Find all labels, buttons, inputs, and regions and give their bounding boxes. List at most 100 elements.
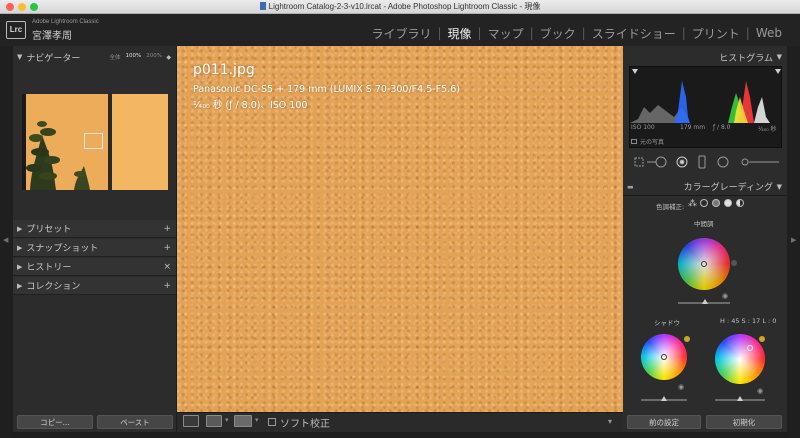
- slider-knob[interactable]: [661, 396, 667, 401]
- highlights-luminance-slider[interactable]: [715, 396, 765, 401]
- add-snapshot-icon[interactable]: +: [163, 243, 171, 253]
- user-name: 宮澤孝周: [32, 31, 72, 42]
- triangle-right-icon: ▶: [17, 281, 23, 290]
- module-print[interactable]: プリント: [686, 25, 746, 42]
- navigator-header[interactable]: ▼ ナビゲーター 全体 100% 200% ◆: [13, 48, 176, 66]
- yy-view-icon[interactable]: [234, 415, 252, 427]
- module-develop[interactable]: 現像: [442, 25, 478, 42]
- global-mode-icon[interactable]: [736, 199, 744, 207]
- window-titlebar: Lightroom Catalog-2-3-v10.lrcat - Adobe …: [0, 0, 800, 14]
- soft-proof-checkbox[interactable]: [268, 418, 276, 426]
- histogram-aperture: ƒ / 8.0: [713, 124, 731, 131]
- module-web[interactable]: Web: [750, 26, 788, 40]
- photo-camera-lens: Panasonic DC-S5 + 179 mm (LUMIX S 70-300…: [193, 84, 460, 95]
- histogram-title: ヒストグラム: [719, 53, 773, 64]
- copy-settings-button[interactable]: コピー...: [17, 415, 93, 429]
- mode-icons: [700, 199, 744, 207]
- histogram-graph[interactable]: [629, 66, 783, 148]
- document-icon: [259, 2, 266, 10]
- midtones-luminance-slider[interactable]: [678, 299, 730, 304]
- module-map[interactable]: マップ: [482, 25, 530, 42]
- midtones-label: 中間調: [694, 220, 714, 228]
- navigator-view-box[interactable]: [84, 133, 103, 149]
- previous-settings-button[interactable]: 前の設定: [627, 415, 701, 429]
- loupe-view-icon[interactable]: [183, 415, 199, 427]
- tool-strip: [629, 152, 782, 172]
- histogram-focal: 179 mm: [680, 124, 706, 131]
- shadows-color-wheel[interactable]: [641, 334, 687, 380]
- panel-snapshots[interactable]: ▶ スナップショット +: [13, 239, 176, 257]
- eye-icon[interactable]: ◉: [722, 292, 728, 300]
- eye-icon[interactable]: ◉: [678, 383, 684, 391]
- zoom-100[interactable]: 100%: [126, 53, 142, 61]
- highlights-color-dot[interactable]: [759, 336, 765, 342]
- before-after-view-icon[interactable]: [206, 415, 222, 427]
- module-picker: ライブラリ | 現像 | マップ | ブック | スライドショー | プリント | Web: [365, 24, 788, 42]
- histogram-shutter: ¹⁄₄₀₀ 秒: [758, 126, 777, 133]
- panel-history[interactable]: ▶ ヒストリー ×: [13, 258, 176, 276]
- right-panel-edge[interactable]: ▶: [787, 46, 800, 438]
- photo-filename: p011.jpg: [193, 62, 255, 78]
- midtones-color-wheel[interactable]: [678, 238, 730, 290]
- zoom-dropdown-icon[interactable]: ◆: [166, 54, 171, 61]
- collapse-right-icon[interactable]: ▶: [791, 236, 796, 244]
- add-preset-icon[interactable]: +: [163, 224, 171, 234]
- color-grading-title: カラーグレーディング: [683, 183, 773, 193]
- triangle-down-icon: ▼: [776, 182, 782, 191]
- tool-strip-icons: [634, 155, 779, 169]
- triangle-right-icon: ▶: [17, 262, 23, 271]
- zoom-fit[interactable]: 全体: [110, 53, 121, 61]
- histogram-iso: ISO 100: [631, 124, 655, 131]
- navigator-zoom-options: 全体 100% 200%: [110, 53, 162, 61]
- eye-icon[interactable]: ◉: [757, 387, 763, 395]
- slider-knob[interactable]: [702, 299, 708, 304]
- panel-collections-label: コレクション: [26, 282, 81, 292]
- triangle-down-icon: ▼: [17, 53, 23, 61]
- three-way-icon[interactable]: ⁂: [688, 199, 697, 209]
- highlights-color-wheel[interactable]: [715, 334, 765, 384]
- slider-knob[interactable]: [737, 396, 743, 401]
- original-label: 元の写真: [640, 139, 665, 146]
- triangle-right-icon: ▶: [17, 224, 23, 233]
- shadows-label: シャドウ: [654, 319, 680, 327]
- module-book[interactable]: ブック: [534, 25, 582, 42]
- left-panel-edge[interactable]: ◀: [0, 46, 13, 438]
- shadows-color-dot[interactable]: [684, 336, 690, 342]
- window-title: Lightroom Catalog-2-3-v10.lrcat - Adobe …: [268, 2, 541, 11]
- wheel-color-handle[interactable]: [747, 345, 753, 351]
- module-library[interactable]: ライブラリ: [365, 25, 437, 42]
- midtones-mode-icon[interactable]: [712, 199, 720, 207]
- checkbox-icon: [631, 139, 637, 144]
- highlights-mode-icon[interactable]: [724, 199, 732, 207]
- navigator-title: ナビゲーター: [26, 53, 81, 64]
- panel-collections[interactable]: ▶ コレクション +: [13, 277, 176, 295]
- zoom-200[interactable]: 200%: [146, 53, 162, 61]
- product-name: Adobe Lightroom Classic: [32, 19, 99, 25]
- midtones-color-dot[interactable]: [731, 260, 737, 266]
- toolbar-menu-icon[interactable]: ▾: [608, 417, 612, 426]
- histogram-header[interactable]: ヒストグラム ▼: [623, 48, 787, 66]
- reset-button[interactable]: 初期化: [706, 415, 782, 429]
- shadows-mode-icon[interactable]: [700, 199, 708, 207]
- color-grading-header[interactable]: ▬ カラーグレーディング ▼: [623, 178, 787, 196]
- module-slideshow[interactable]: スライドショー: [586, 25, 682, 42]
- dropdown-arrow-icon[interactable]: ▾: [255, 416, 259, 424]
- shadows-luminance-slider[interactable]: [641, 396, 687, 401]
- adjust-mode-label: 色調補正:: [656, 203, 685, 211]
- collapse-left-icon[interactable]: ◀: [3, 236, 8, 244]
- triangle-down-icon: ▼: [776, 53, 782, 61]
- dropdown-arrow-icon[interactable]: ▾: [225, 416, 229, 424]
- original-photo-toggle[interactable]: 元の写真: [631, 137, 664, 146]
- panel-switch-icon[interactable]: ▬: [627, 183, 634, 191]
- highlights-hsl-readout: H : 45 S : 17 L : 0: [720, 317, 777, 325]
- add-collection-icon[interactable]: +: [163, 281, 171, 291]
- photo-exposure: ¹⁄₄₀₀ 秒 (ƒ / 8.0)、ISO 100: [193, 100, 308, 111]
- soft-proof-label: ソフト校正: [280, 419, 330, 430]
- window-title-row: Lightroom Catalog-2-3-v10.lrcat - Adobe …: [0, 1, 800, 12]
- wheel-center-handle[interactable]: [661, 354, 667, 360]
- clear-history-icon[interactable]: ×: [163, 262, 171, 272]
- paste-settings-button[interactable]: ペースト: [97, 415, 173, 429]
- panel-presets[interactable]: ▶ プリセット +: [13, 220, 176, 238]
- panel-snapshots-label: スナップショット: [26, 244, 99, 254]
- triangle-right-icon: ▶: [17, 243, 23, 252]
